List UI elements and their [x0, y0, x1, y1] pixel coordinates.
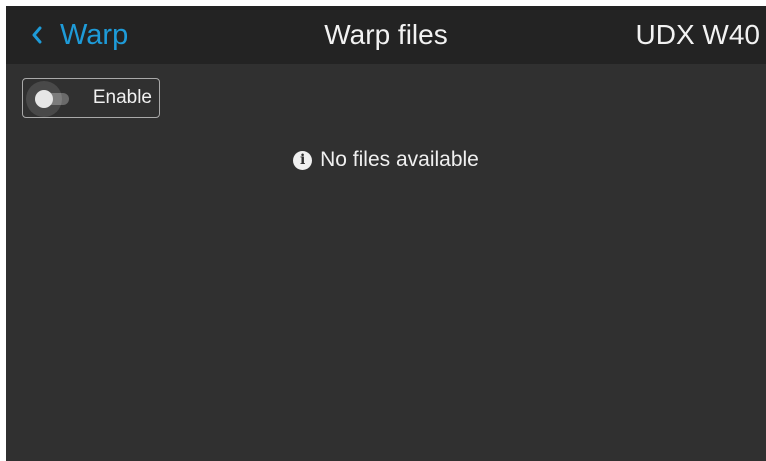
enable-toggle[interactable]: Enable	[22, 78, 160, 118]
enable-label: Enable	[92, 87, 152, 108]
device-name: UDX W40	[635, 19, 760, 50]
back-label: Warp	[60, 18, 129, 51]
empty-message-text: No files available	[320, 148, 479, 171]
back-button[interactable]: Warp	[26, 14, 128, 56]
toggle-knob	[35, 90, 53, 108]
empty-state-message: i No files available	[6, 146, 766, 174]
info-icon: i	[293, 150, 313, 170]
chevron-left-icon	[26, 24, 48, 46]
warp-files-screen: Warp Warp files UDX W40 Enable i No file…	[6, 6, 766, 461]
app-header: Warp Warp files UDX W40	[6, 6, 766, 64]
